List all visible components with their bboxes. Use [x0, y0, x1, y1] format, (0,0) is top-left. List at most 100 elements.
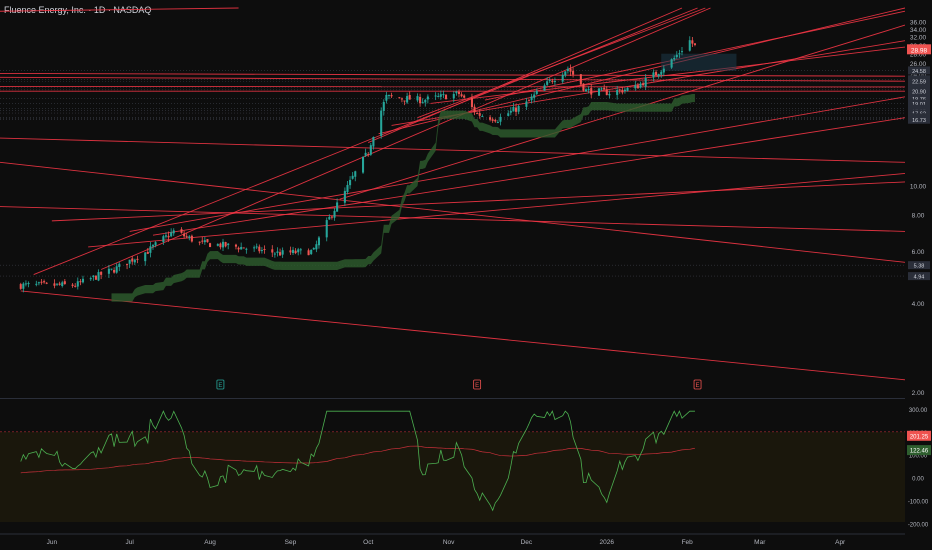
candle [71, 283, 74, 288]
candle-body [572, 70, 575, 75]
candle-body [19, 284, 22, 289]
candle [548, 77, 551, 84]
candle [172, 228, 175, 236]
candle [110, 268, 113, 271]
candle [307, 248, 310, 256]
candle-body [372, 136, 375, 147]
candle [639, 81, 642, 89]
time-tick: Apr [835, 539, 846, 546]
candle-body [421, 101, 424, 103]
candle-body [434, 95, 437, 97]
candle [131, 255, 134, 265]
candle-body [380, 110, 383, 136]
candle-body [369, 145, 372, 155]
level-label-text: 4.94 [914, 275, 925, 281]
level-label-text: 16.73 [912, 118, 926, 124]
candle [476, 112, 479, 115]
candle [94, 275, 97, 281]
candle-body [424, 99, 427, 103]
candle [460, 92, 463, 98]
candle [623, 87, 626, 94]
candle-body [605, 89, 608, 96]
candle-body [126, 263, 129, 265]
candle [45, 282, 48, 285]
candle [424, 98, 427, 107]
candle-body [43, 281, 46, 283]
candle [587, 86, 590, 94]
candle-body [455, 91, 458, 94]
indicator-tick: -200.00 [908, 522, 929, 528]
candle [346, 180, 349, 195]
candle [221, 238, 225, 252]
candle-body [473, 106, 476, 113]
candle-body [678, 53, 681, 55]
candle [128, 259, 131, 268]
candle [63, 279, 66, 285]
candle-body [437, 95, 440, 97]
candle [657, 73, 660, 79]
candle [224, 241, 227, 248]
candle-body [561, 74, 564, 82]
earnings-marker: E [473, 379, 482, 390]
candle-body [183, 233, 186, 237]
candle [343, 187, 346, 206]
candle [312, 247, 315, 250]
oscillator-band [0, 432, 905, 522]
candle-body [408, 94, 411, 100]
level-label: 4.94 [908, 272, 930, 281]
candle-body [40, 281, 43, 283]
candle-body [680, 51, 684, 53]
candle [512, 102, 515, 112]
candle [437, 92, 440, 98]
time-tick: Oct [363, 539, 373, 546]
candle-body [642, 83, 645, 86]
candle [608, 90, 611, 99]
price-tick: 2.00 [912, 390, 925, 397]
candle-body [185, 236, 188, 238]
candle-body [626, 87, 629, 91]
candle-body [543, 85, 546, 91]
candle-body [263, 249, 266, 251]
candle [325, 217, 328, 242]
support-cloud [111, 93, 695, 302]
candle-body [494, 119, 497, 122]
candle-body [279, 252, 282, 256]
candle-body [74, 285, 77, 287]
earnings-marker-label: E [696, 383, 700, 389]
candle-body [636, 85, 639, 89]
price-chart[interactable]: EEE36.0034.0032.0030.0028.0026.0024.0010… [0, 0, 932, 550]
candle [240, 242, 243, 250]
price-tick: 36.00 [910, 20, 927, 27]
candle-body [37, 282, 40, 284]
candle-body [387, 94, 391, 96]
candle-body [439, 94, 442, 97]
candle-body [564, 71, 567, 76]
candle [92, 275, 95, 281]
candle-body [79, 281, 82, 283]
candle-body [476, 113, 479, 115]
candle-body [382, 101, 385, 111]
candle-body [603, 87, 606, 90]
candle-body [146, 252, 149, 254]
candle [253, 245, 256, 252]
candle-body [660, 71, 663, 75]
candle [693, 43, 696, 47]
candle [590, 84, 593, 99]
candle-body [585, 89, 588, 92]
candle [291, 246, 295, 255]
candle-body [258, 246, 261, 252]
candle-body [354, 171, 357, 177]
candle-body [115, 266, 118, 273]
candle-body [608, 93, 611, 96]
candle [569, 64, 572, 77]
candle-body [330, 216, 333, 218]
candle-body [419, 96, 422, 104]
candle [553, 77, 556, 86]
candle [115, 263, 118, 274]
candle [385, 91, 388, 104]
candle [403, 100, 406, 106]
signal-value-label: 122.46 [910, 449, 929, 455]
candle-body [517, 105, 520, 112]
candle [53, 279, 56, 289]
candle-body [297, 249, 300, 253]
